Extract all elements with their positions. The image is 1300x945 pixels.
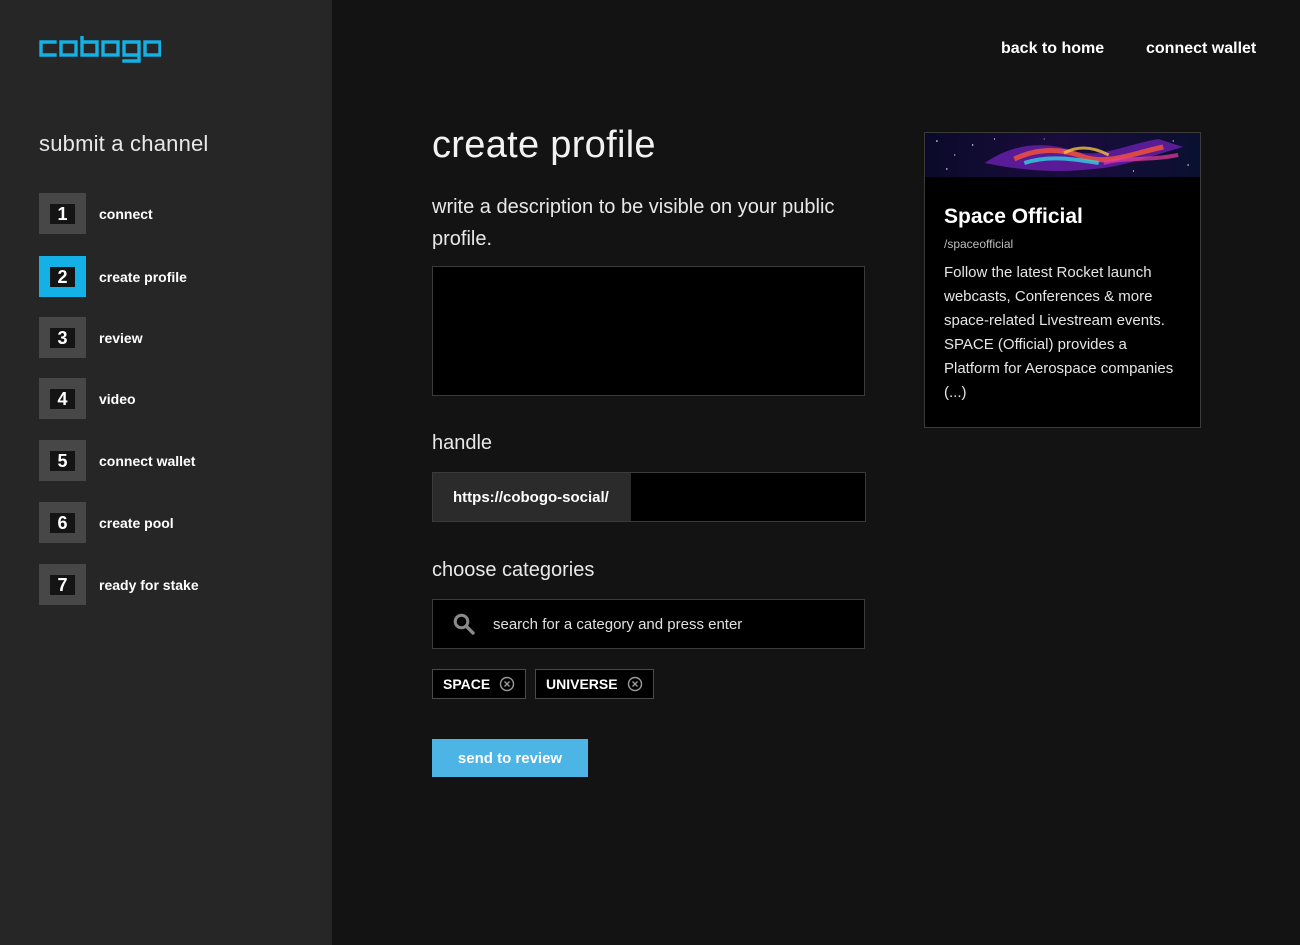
step-label: review bbox=[99, 329, 143, 346]
send-to-review-button[interactable]: send to review bbox=[432, 739, 588, 777]
card-handle: /spaceofficial bbox=[944, 237, 1014, 251]
page-title: create profile bbox=[432, 124, 656, 166]
card-description: Follow the latest Rocket launch webcasts… bbox=[944, 264, 1174, 401]
categories-label: choose categories bbox=[432, 559, 595, 581]
step-label: video bbox=[99, 390, 136, 407]
step-number-badge: 2 bbox=[39, 256, 86, 297]
step-video[interactable]: 4 video bbox=[39, 378, 136, 419]
category-tag-space: SPACE bbox=[432, 669, 527, 699]
handle-prefix: https://cobogo-social/ bbox=[433, 473, 631, 521]
profile-banner-image bbox=[925, 133, 1200, 177]
step-number-badge: 6 bbox=[39, 502, 86, 543]
step-review[interactable]: 3 review bbox=[39, 317, 143, 358]
step-number-badge: 7 bbox=[39, 564, 86, 605]
connect-wallet-link[interactable]: connect wallet bbox=[1146, 40, 1256, 58]
step-label: create profile bbox=[99, 268, 187, 285]
step-number-badge: 5 bbox=[39, 440, 86, 481]
step-number-badge: 1 bbox=[39, 193, 86, 234]
step-label: ready for stake bbox=[99, 576, 199, 593]
step-create-pool[interactable]: 6 create pool bbox=[39, 502, 174, 543]
step-label: connect bbox=[99, 205, 153, 222]
step-label: connect wallet bbox=[99, 452, 196, 469]
handle-input[interactable] bbox=[631, 473, 865, 521]
close-circle-icon[interactable] bbox=[627, 676, 643, 692]
profile-preview-card: Space Official /spaceofficial Follow the… bbox=[924, 132, 1201, 428]
description-textarea[interactable] bbox=[432, 266, 865, 396]
step-connect[interactable]: 1 connect bbox=[39, 193, 153, 234]
category-search-field bbox=[432, 599, 865, 649]
step-ready-for-stake[interactable]: 7 ready for stake bbox=[39, 564, 199, 605]
close-circle-icon[interactable] bbox=[499, 676, 515, 692]
step-number-badge: 4 bbox=[39, 378, 86, 419]
sidebar-title: submit a channel bbox=[39, 131, 209, 156]
step-number-badge: 3 bbox=[39, 317, 86, 358]
tag-label: SPACE bbox=[443, 676, 491, 692]
sidebar: submit a channel 1 connect 2 create prof… bbox=[0, 0, 332, 945]
cobogo-logo[interactable] bbox=[39, 36, 161, 64]
step-create-profile[interactable]: 2 create profile bbox=[39, 256, 187, 297]
search-icon bbox=[453, 613, 475, 635]
tag-label: UNIVERSE bbox=[546, 676, 618, 692]
step-connect-wallet[interactable]: 5 connect wallet bbox=[39, 440, 195, 481]
category-search-input[interactable] bbox=[493, 615, 864, 633]
category-tag-universe: UNIVERSE bbox=[535, 669, 654, 699]
handle-field: https://cobogo-social/ bbox=[432, 472, 866, 522]
step-label: create pool bbox=[99, 514, 174, 531]
description-label: write a description to be visible on you… bbox=[432, 196, 835, 250]
back-to-home-link[interactable]: back to home bbox=[1001, 40, 1104, 58]
handle-label: handle bbox=[432, 432, 493, 454]
card-title: Space Official bbox=[944, 205, 1083, 228]
